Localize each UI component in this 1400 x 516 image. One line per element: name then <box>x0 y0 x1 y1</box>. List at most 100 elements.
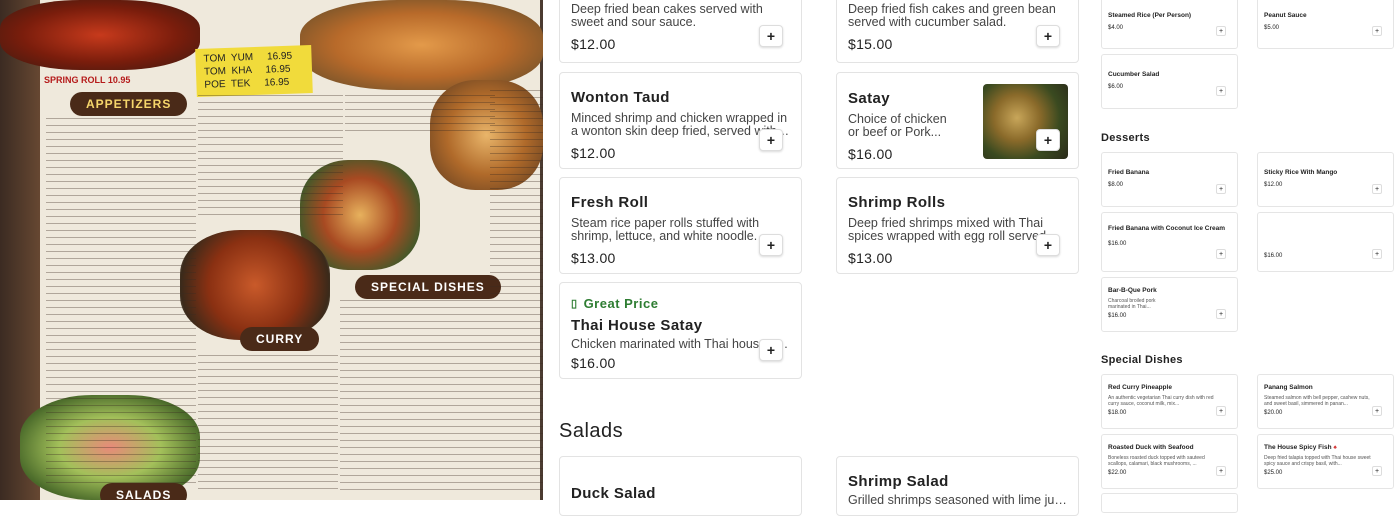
add-item-button[interactable]: + <box>1036 25 1060 47</box>
item-price: $12.00 <box>1264 182 1283 188</box>
add-item-button[interactable]: + <box>1372 184 1382 194</box>
item-description: Deep fried talapia topped with Thai hous… <box>1264 455 1371 467</box>
special-item-card[interactable]: Panang Salmon Steamed salmon with bell p… <box>1257 374 1394 429</box>
item-price: $16.00 <box>1108 313 1127 319</box>
special-item-card[interactable]: Roasted Duck with Seafood Boneless roast… <box>1101 434 1238 489</box>
spicy-icon: ♠ <box>1333 444 1337 451</box>
add-item-button[interactable]: + <box>1216 406 1226 416</box>
add-item-button[interactable]: + <box>759 25 783 47</box>
add-item-button[interactable]: + <box>759 129 783 151</box>
item-name: Sticky Rice With Mango <box>1264 169 1338 176</box>
item-price: $6.00 <box>1108 84 1124 90</box>
item-price: $13.00 <box>571 250 616 266</box>
menu-item-card[interactable]: Deep fried fish cakes and green bean ser… <box>836 0 1079 63</box>
menu-text-col-4 <box>198 355 338 495</box>
dessert-item-card[interactable]: Fried Banana with Coconut Ice Cream $16.… <box>1101 212 1238 272</box>
item-description: Grilled shrimps seasoned with lime juice… <box>848 494 1067 507</box>
add-item-button[interactable]: + <box>1216 184 1226 194</box>
side-item-card[interactable]: Peanut Sauce $5.00 + <box>1257 0 1394 49</box>
item-name: Fried Banana <box>1108 169 1150 176</box>
menu-item-card[interactable]: Shrimp Salad Grilled shrimps seasoned wi… <box>836 456 1079 516</box>
item-description: Deep fried shrimps mixed with Thai spice… <box>848 217 1047 243</box>
item-name: Roasted Duck with Seafood <box>1108 444 1194 451</box>
item-price: $5.00 <box>1264 25 1280 31</box>
item-description: Deep fried fish cakes and green bean ser… <box>848 3 1056 29</box>
add-item-button[interactable]: + <box>1372 406 1382 416</box>
menu-photo: TOM YUM 16.95 TOM KHA 16.95 POE TEK 16.9… <box>0 0 543 500</box>
menu-text-col-3 <box>345 95 495 135</box>
item-price: $16.00 <box>571 355 616 371</box>
item-description: Charcoal broiled pork marinated in Thai.… <box>1108 298 1156 310</box>
menu-header-salads: SALADS <box>100 483 188 500</box>
badge-label: Great Price <box>583 296 659 311</box>
item-price: $25.00 <box>1264 470 1283 476</box>
item-price: $20.00 <box>1264 410 1283 416</box>
item-description: Boneless roasted duck topped with sautee… <box>1108 455 1205 467</box>
menu-item-card[interactable]: Satay Choice of chicken or beef or Pork.… <box>836 72 1079 169</box>
item-name: Bar-B-Que Pork <box>1108 287 1157 294</box>
sticky-line: POE TEK 16.95 <box>204 76 290 91</box>
spring-roll-note: SPRING ROLL 10.95 <box>44 75 131 85</box>
item-name: Fried Banana with Coconut Ice Cream <box>1108 225 1226 232</box>
item-name: Cucumber Salad <box>1108 71 1160 78</box>
add-item-button[interactable]: + <box>1216 309 1226 319</box>
dessert-item-card[interactable]: Fried Banana $8.00 + <box>1101 152 1238 207</box>
item-price: $4.00 <box>1108 25 1124 31</box>
menu-item-card[interactable]: Wonton Taud Minced shrimp and chicken wr… <box>559 72 802 169</box>
menu-item-card[interactable]: Fresh Roll Steam rice paper rolls stuffe… <box>559 177 802 274</box>
item-name: Panang Salmon <box>1264 384 1313 391</box>
great-price-badge: ▯ Great Price <box>571 296 790 311</box>
add-item-button[interactable]: + <box>1372 466 1382 476</box>
menu-item-card[interactable]: Duck Salad <box>559 456 802 516</box>
item-name: Wonton Taud <box>571 89 670 106</box>
add-item-button[interactable]: + <box>1372 26 1382 36</box>
add-item-button[interactable]: + <box>1216 86 1226 96</box>
special-item-card[interactable]: The House Spicy Fish ♠ Deep fried talapi… <box>1257 434 1394 489</box>
item-name: Steamed Rice (Per Person) <box>1108 12 1192 19</box>
menu-item-card[interactable]: Shrimp Rolls Deep fried shrimps mixed wi… <box>836 177 1079 274</box>
menu-item-card[interactable]: Deep fried bean cakes served with sweet … <box>559 0 802 63</box>
item-name: Thai House Satay <box>571 317 703 334</box>
item-name-text: The House Spicy Fish <box>1264 444 1332 451</box>
item-description: Steam rice paper rolls stuffed with shri… <box>571 217 760 243</box>
add-item-button[interactable]: + <box>1036 129 1060 151</box>
item-name: Shrimp Rolls <box>848 194 946 211</box>
dessert-item-card[interactable]: Bar-B-Que Pork Charcoal broiled pork mar… <box>1101 277 1238 332</box>
food-photo-curry <box>180 230 330 340</box>
add-item-button[interactable]: + <box>759 234 783 256</box>
menu-header-special: SPECIAL DISHES <box>355 275 501 299</box>
item-price: $18.00 <box>1108 410 1127 416</box>
item-price: $15.00 <box>848 36 893 52</box>
dessert-item-card[interactable]: $16.00 + <box>1257 212 1394 272</box>
add-item-button[interactable]: + <box>1216 466 1226 476</box>
item-price: $16.00 <box>1108 241 1127 247</box>
menu-item-card[interactable]: ▯ Great Price Thai House Satay Chicken m… <box>559 282 802 379</box>
section-title-desserts: Desserts <box>1101 132 1150 144</box>
special-item-card[interactable]: Red Curry Pineapple An authentic vegetar… <box>1101 374 1238 429</box>
item-name: Fresh Roll <box>571 194 649 211</box>
item-name: Duck Salad <box>571 485 656 502</box>
item-name: Red Curry Pineapple <box>1108 384 1172 391</box>
food-photo-top-right <box>300 0 543 90</box>
menu-text-col-2 <box>198 95 343 215</box>
section-title-special-dishes: Special Dishes <box>1101 354 1183 366</box>
item-description: Chicken marinated with Thai house specia… <box>571 338 790 351</box>
side-item-card[interactable]: Steamed Rice (Per Person) $4.00 + <box>1101 0 1238 49</box>
item-price: $8.00 <box>1108 182 1124 188</box>
dessert-item-card[interactable]: Sticky Rice With Mango $12.00 + <box>1257 152 1394 207</box>
item-name: The House Spicy Fish ♠ <box>1264 444 1387 452</box>
add-item-button[interactable]: + <box>1216 249 1226 259</box>
add-item-button[interactable]: + <box>1036 234 1060 256</box>
item-price: $12.00 <box>571 36 616 52</box>
menu-header-appetizers: APPETIZERS <box>70 92 188 116</box>
special-item-card[interactable] <box>1101 493 1238 513</box>
item-price: $13.00 <box>848 250 893 266</box>
menu-text-col-6 <box>490 90 543 490</box>
section-title-salads: Salads <box>559 420 624 442</box>
add-item-button[interactable]: + <box>1216 26 1226 36</box>
add-item-button[interactable]: + <box>1372 249 1382 259</box>
menu-text-col-5 <box>340 300 490 495</box>
tag-icon: ▯ <box>571 298 578 310</box>
side-item-card[interactable]: Cucumber Salad $6.00 + <box>1101 54 1238 109</box>
add-item-button[interactable]: + <box>759 339 783 361</box>
